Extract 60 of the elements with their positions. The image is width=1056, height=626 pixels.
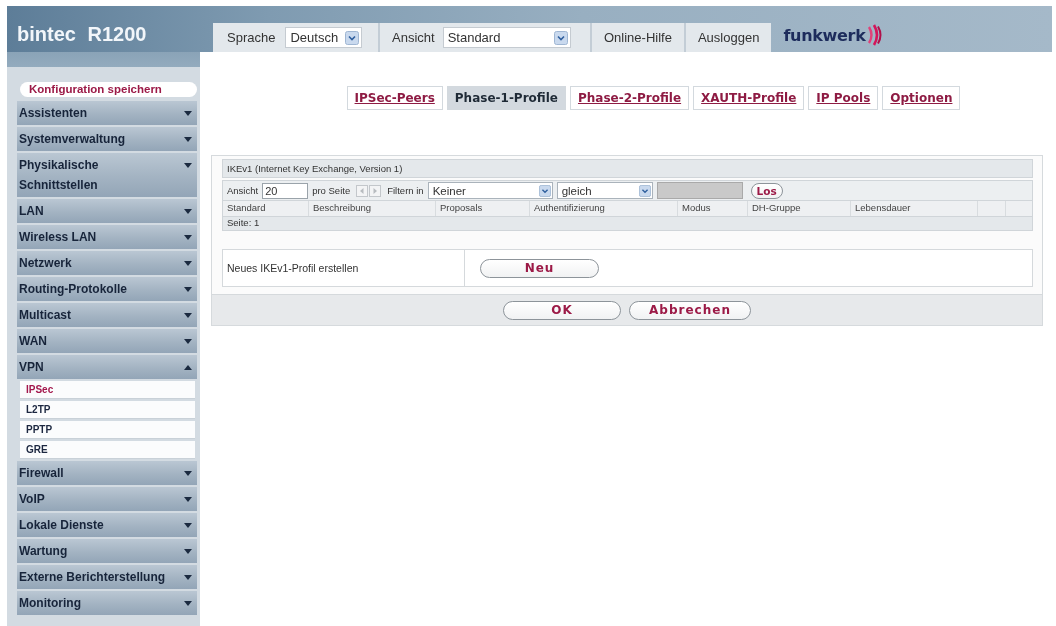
menu-item[interactable]: Wartung	[17, 539, 197, 563]
menu-item[interactable]: Firewall	[17, 461, 197, 485]
submenu-item[interactable]: IPSec	[20, 381, 195, 399]
new-button[interactable]: Neu	[480, 258, 599, 278]
view-select[interactable]: Standard	[442, 27, 571, 48]
chevron-down-icon	[345, 30, 360, 45]
column-header: Standard	[223, 201, 309, 216]
view-label: Ansicht	[392, 30, 435, 45]
section-title: IKEv1 (Internet Key Exchange, Version 1)	[222, 159, 1033, 178]
column-header: Modus	[678, 201, 748, 216]
tab[interactable]: XAUTH-Profile	[693, 86, 805, 110]
menu-item[interactable]: Systemverwaltung	[17, 127, 197, 151]
toolbar-button[interactable]: Online-Hilfe	[592, 23, 684, 52]
tab[interactable]: Optionen	[882, 86, 961, 110]
per-page-field[interactable]: 20	[262, 182, 309, 199]
column-header: Beschreibung	[309, 201, 436, 216]
menu-item[interactable]: Lokale Dienste	[17, 513, 197, 537]
per-page-label: pro Seite	[312, 185, 351, 196]
product-name: bintec R1200	[17, 22, 147, 46]
filter-label: Filtern in	[387, 185, 424, 196]
chevron-down-icon	[538, 184, 551, 197]
submenu-item[interactable]: GRE	[20, 441, 195, 459]
menu-item[interactable]: VoIP	[17, 487, 197, 511]
save-configuration-button[interactable]: Konfiguration speichern	[20, 82, 197, 97]
tab[interactable]: IPSec-Peers	[346, 86, 443, 110]
submenu-item[interactable]: PPTP	[20, 421, 195, 439]
menu-item[interactable]: Netzwerk	[17, 251, 197, 275]
chevron-down-icon	[553, 30, 568, 45]
signal-arcs-icon	[866, 24, 883, 46]
chevron-down-icon	[638, 184, 651, 197]
view-label: Ansicht	[227, 185, 259, 196]
column-header: DH-Gruppe	[748, 201, 851, 216]
menu-item[interactable]: Routing-Protokolle	[17, 277, 197, 301]
column-header: Proposals	[436, 201, 530, 216]
go-button[interactable]: Los	[750, 182, 783, 199]
menu-item[interactable]: LAN	[17, 199, 197, 223]
tab[interactable]: IP Pools	[808, 86, 879, 110]
action-button[interactable]: OK	[503, 300, 621, 320]
menu-item[interactable]: Monitoring	[17, 591, 197, 615]
column-header: Lebensdauer	[851, 201, 978, 216]
create-profile-label: Neues IKEv1-Profil erstellen	[223, 250, 465, 286]
page-info: Seite: 1	[222, 217, 1033, 231]
submenu-item[interactable]: L2TP	[20, 401, 195, 419]
toolbar-button[interactable]: Ausloggen	[685, 23, 772, 52]
menu-item[interactable]: Assistenten	[17, 101, 197, 125]
brand-name: funkwerk	[783, 25, 866, 45]
menu-item[interactable]: VPN	[17, 355, 197, 379]
filter-field-select[interactable]: Keiner	[427, 182, 553, 199]
menu-item[interactable]: Physikalische Schnittstellen	[17, 153, 197, 197]
language-select[interactable]: Deutsch	[285, 27, 363, 48]
menu-item[interactable]: Multicast	[17, 303, 197, 327]
tab[interactable]: Phase-1-Profile	[446, 86, 566, 110]
operator-select[interactable]: gleich	[556, 182, 653, 199]
menu-item[interactable]: WAN	[17, 329, 197, 353]
action-button[interactable]: Abbrechen	[629, 300, 751, 320]
tab[interactable]: Phase-2-Profile	[569, 86, 690, 110]
menu-item[interactable]: Wireless LAN	[17, 225, 197, 249]
language-label: Sprache	[227, 30, 276, 45]
menu-item[interactable]: Externe Berichterstellung	[17, 565, 197, 589]
column-header: Authentifizierung	[530, 201, 678, 216]
